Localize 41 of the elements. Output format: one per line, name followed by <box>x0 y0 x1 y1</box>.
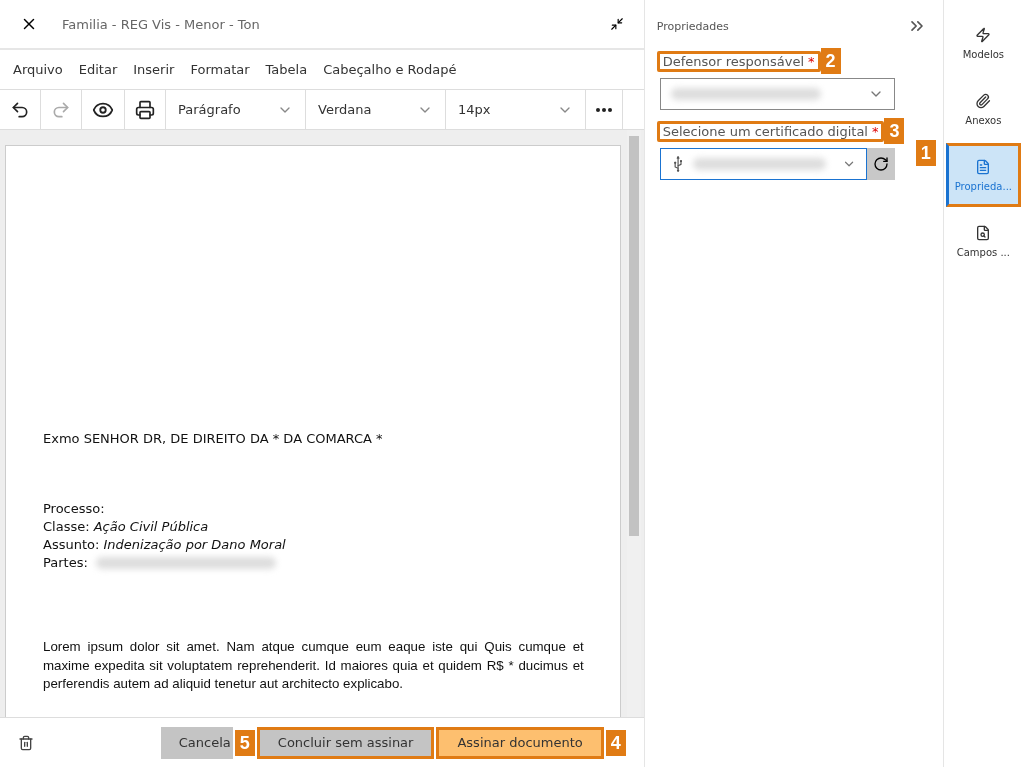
menu-item[interactable]: Tabela <box>257 62 316 77</box>
field-label: Selecione um certificado digital <box>662 123 868 139</box>
required-mark: * <box>808 53 815 69</box>
document-line: Partes: <box>43 554 88 572</box>
lightning-icon <box>975 26 992 43</box>
document-icon <box>975 158 992 175</box>
document-paragraph: Lorem ipsum dolor sit amet. Nam atque cumque eum eaque iste qui Quis cumque et maxime expedita sit voluptatem reprehenderit. Id maiores quia et quidem R$ * ducimus et perferendis autem ad aliquid tenetur aut architecto explicabo. <box>43 638 584 693</box>
required-mark: * <box>871 123 879 139</box>
select-field[interactable] <box>659 78 895 110</box>
printer-icon <box>135 99 155 120</box>
refresh-button[interactable] <box>866 148 895 180</box>
menu-item[interactable]: Inserir <box>125 62 183 77</box>
menu-item[interactable]: Editar <box>70 62 126 77</box>
field-label: Defensor responsável <box>662 53 805 69</box>
document-heading: Exmo SENHOR DR, DE DIREITO DA * DA COMARCA * <box>43 431 384 446</box>
panel-title: Propriedades <box>656 19 729 33</box>
refresh-icon <box>872 156 889 172</box>
cancel-button[interactable]: Cancela <box>160 726 233 759</box>
menu-item[interactable]: Cabeçalho e Rodapé <box>315 62 465 77</box>
document-line: Assunto: Indenização por Dano Moral <box>43 536 286 554</box>
paperclip-icon <box>975 92 992 109</box>
document-line: Classe: Ação Civil Pública <box>43 518 209 536</box>
collapse-icon[interactable] <box>609 17 624 31</box>
callout-badge: 2 <box>820 48 841 74</box>
document-line: Processo: <box>43 500 105 518</box>
finish-button[interactable]: Concluir sem assinar <box>256 726 435 759</box>
window-title: Familia - REG Vis - Menor - Ton <box>62 16 261 32</box>
more-icon <box>596 107 612 112</box>
callout-badge: 5 <box>234 729 255 756</box>
undo-icon <box>10 99 30 120</box>
select-field[interactable] <box>659 148 867 180</box>
callout-badge: 1 <box>915 140 936 166</box>
sign-button[interactable]: Assinar documento <box>436 726 604 759</box>
redo-icon <box>51 99 71 120</box>
document-search-icon <box>975 224 992 241</box>
menu-item[interactable]: Formatar <box>182 62 258 77</box>
callout-badge: 4 <box>605 729 626 756</box>
menu-item[interactable]: Arquivo <box>5 62 71 77</box>
trash-icon[interactable] <box>18 734 34 751</box>
sidebar-tab[interactable]: Proprieda... <box>945 143 1021 207</box>
callout-badge: 3 <box>884 118 905 144</box>
